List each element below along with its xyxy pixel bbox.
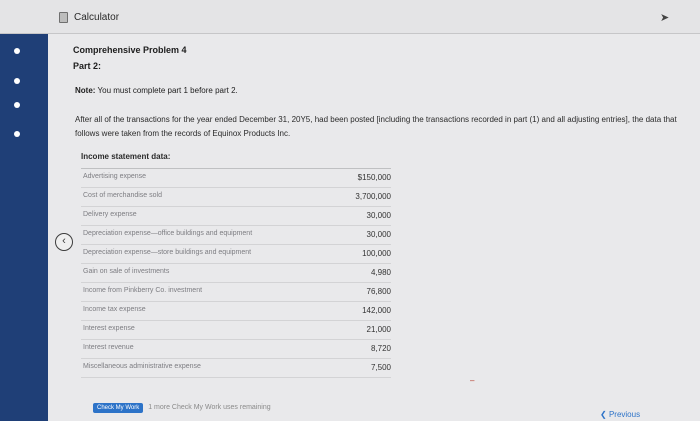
chevron-left-icon: ‹ [62, 235, 66, 247]
calculator-icon[interactable] [59, 12, 68, 23]
row-label: Cost of merchandise sold [83, 192, 162, 199]
row-label: Miscellaneous administrative expense [83, 363, 201, 370]
income-statement-table: Income statement data: Advertising expen… [81, 152, 391, 378]
table-row: Depreciation expense—office buildings an… [81, 226, 391, 245]
cursor-icon: ➤ [660, 12, 670, 24]
problem-paragraph: After all of the transactions for the ye… [75, 115, 677, 138]
problem-title: Comprehensive Problem 4 [73, 45, 187, 55]
annotation-mark: ‒ [470, 376, 475, 385]
row-value: 3,700,000 [355, 192, 391, 201]
row-value: 8,720 [370, 344, 391, 353]
table-row: Gain on sale of investments 4,980 [81, 264, 391, 283]
table-row: Interest revenue 8,720 [81, 340, 391, 359]
row-label: Interest revenue [83, 344, 134, 351]
note: Note: You must complete part 1 before pa… [75, 86, 238, 95]
calculator-label[interactable]: Calculator [74, 12, 119, 23]
row-label: Advertising expense [83, 173, 147, 180]
top-toolbar: Calculator ➤ [0, 0, 700, 34]
problem-content: Comprehensive Problem 4 Part 2: Note: Yo… [48, 34, 700, 421]
previous-label: Previous [608, 410, 641, 419]
table-row: Advertising expense $150,000 [81, 169, 391, 188]
row-label: Income tax expense [83, 306, 146, 313]
row-label: Income from Pinkberry Co. investment [83, 287, 203, 294]
question-dot[interactable] [14, 102, 20, 108]
table-row: Interest expense 21,000 [81, 321, 391, 340]
check-my-work-button[interactable]: Check My Work [93, 403, 144, 413]
note-label: Note: [75, 86, 96, 95]
row-label: Depreciation expense—office buildings an… [83, 230, 253, 237]
table-row: Income tax expense 142,000 [81, 302, 391, 321]
question-dot[interactable] [14, 78, 20, 84]
part-label: Part 2: [73, 61, 102, 71]
row-value: 100,000 [362, 249, 391, 258]
back-button[interactable]: ‹ [55, 233, 73, 251]
row-value: 30,000 [366, 230, 391, 239]
remaining-uses-text: 1 more Check My Work uses remaining [148, 404, 271, 411]
question-dot[interactable] [14, 48, 20, 54]
row-value: 76,800 [366, 287, 391, 296]
row-value: 7,500 [370, 363, 391, 372]
note-text: You must complete part 1 before part 2. [95, 86, 238, 95]
table-row: Miscellaneous administrative expense 7,50… [81, 359, 391, 378]
table-row: Depreciation expense—store buildings and… [81, 245, 391, 264]
question-dot[interactable] [14, 131, 20, 137]
table-row: Cost of merchandise sold 3,700,000 [81, 188, 391, 207]
row-value: $150,000 [357, 173, 391, 182]
table-header: Income statement data: [81, 152, 391, 169]
row-value: 21,000 [366, 325, 391, 334]
row-value: 142,000 [362, 306, 391, 315]
row-label: Delivery expense [83, 211, 137, 218]
table-row: Delivery expense 30,000 [81, 207, 391, 226]
row-label: Gain on sale of investments [83, 268, 170, 275]
previous-button[interactable]: ❮ Previous [600, 410, 640, 419]
row-value: 4,980 [370, 268, 391, 277]
row-label: Interest expense [83, 325, 135, 332]
table-row: Income from Pinkberry Co. investment 76,8… [81, 283, 391, 302]
check-work-bar: Check My Work 1 more Check My Work uses … [93, 403, 271, 413]
row-label: Depreciation expense—store buildings and… [83, 249, 252, 256]
row-value: 30,000 [366, 211, 391, 220]
question-nav-sidebar [0, 34, 48, 421]
